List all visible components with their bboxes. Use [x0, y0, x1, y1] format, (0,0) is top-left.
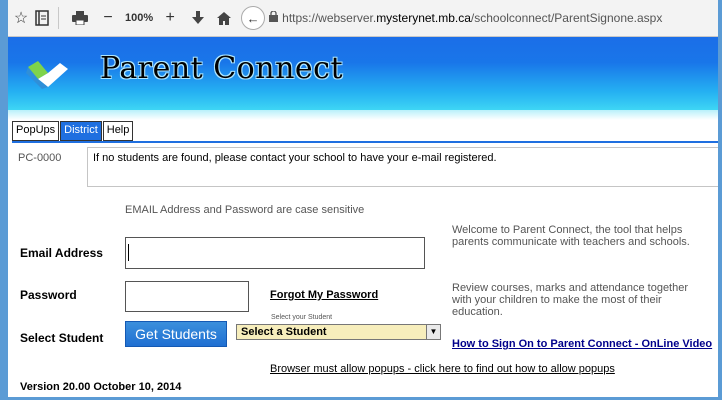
banner-fade: [8, 110, 718, 120]
notice-code: PC-0000: [18, 152, 62, 164]
browser-toolbar: ☆ − 100% + ← https://webserver. mysteryne…: [8, 0, 718, 37]
tab-bar: PopUps District Help: [12, 121, 134, 141]
password-input[interactable]: [125, 281, 249, 312]
email-input[interactable]: [125, 237, 425, 269]
review-text: Review courses, marks and attendance tog…: [452, 282, 689, 318]
download-icon[interactable]: [187, 6, 209, 30]
page-title: Parent Connect: [100, 51, 344, 86]
bookmark-star-icon[interactable]: ☆: [10, 6, 32, 30]
home-icon[interactable]: [213, 6, 235, 30]
zoom-in-button[interactable]: +: [159, 6, 181, 30]
url-bar[interactable]: https://webserver. mysterynet.mb.ca/schoo…: [269, 6, 662, 30]
url-domain: mysterynet.mb.ca: [376, 11, 471, 25]
print-icon[interactable]: [69, 6, 91, 30]
school-logo-icon: [26, 57, 70, 91]
case-sensitive-note: EMAIL Address and Password are case sens…: [125, 204, 365, 216]
notice-message: If no students are found, please contact…: [87, 147, 718, 187]
student-select-value: Select a Student: [241, 326, 327, 338]
chevron-down-icon[interactable]: ▼: [426, 325, 440, 339]
tab-help[interactable]: Help: [102, 121, 134, 141]
url-prefix: https://webserver.: [282, 11, 377, 25]
text-caret: [128, 244, 129, 261]
forgot-password-link[interactable]: Forgot My Password: [270, 289, 378, 301]
window-frame-right: [718, 0, 722, 400]
window-frame-left: [0, 0, 8, 400]
email-label: Email Address: [20, 246, 103, 260]
zoom-out-button[interactable]: −: [97, 6, 119, 30]
tab-underline: [12, 141, 718, 143]
online-video-link[interactable]: How to Sign On to Parent Connect - OnLin…: [452, 338, 712, 350]
bookmarks-library-icon[interactable]: [32, 6, 52, 30]
welcome-text: Welcome to Parent Connect, the tool that…: [452, 224, 690, 248]
site-banner: Parent Connect: [8, 37, 718, 110]
url-path: /schoolconnect/ParentSignone.aspx: [470, 11, 663, 25]
get-students-button[interactable]: Get Students: [125, 321, 227, 347]
toolbar-separator: [58, 7, 59, 29]
select-student-hint: Select your Student: [271, 314, 333, 321]
allow-popups-link[interactable]: Browser must allow popups - click here t…: [270, 363, 615, 375]
student-select[interactable]: Select a Student ▼: [236, 324, 441, 340]
back-arrow-icon[interactable]: ←: [241, 6, 266, 30]
version-text: Version 20.00 October 10, 2014: [20, 381, 182, 393]
zoom-level[interactable]: 100%: [125, 12, 153, 24]
lock-icon: [269, 10, 279, 25]
select-student-label: Select Student: [20, 331, 104, 345]
tab-district[interactable]: District: [60, 121, 102, 141]
tab-popups[interactable]: PopUps: [12, 121, 60, 141]
password-label: Password: [20, 288, 77, 302]
